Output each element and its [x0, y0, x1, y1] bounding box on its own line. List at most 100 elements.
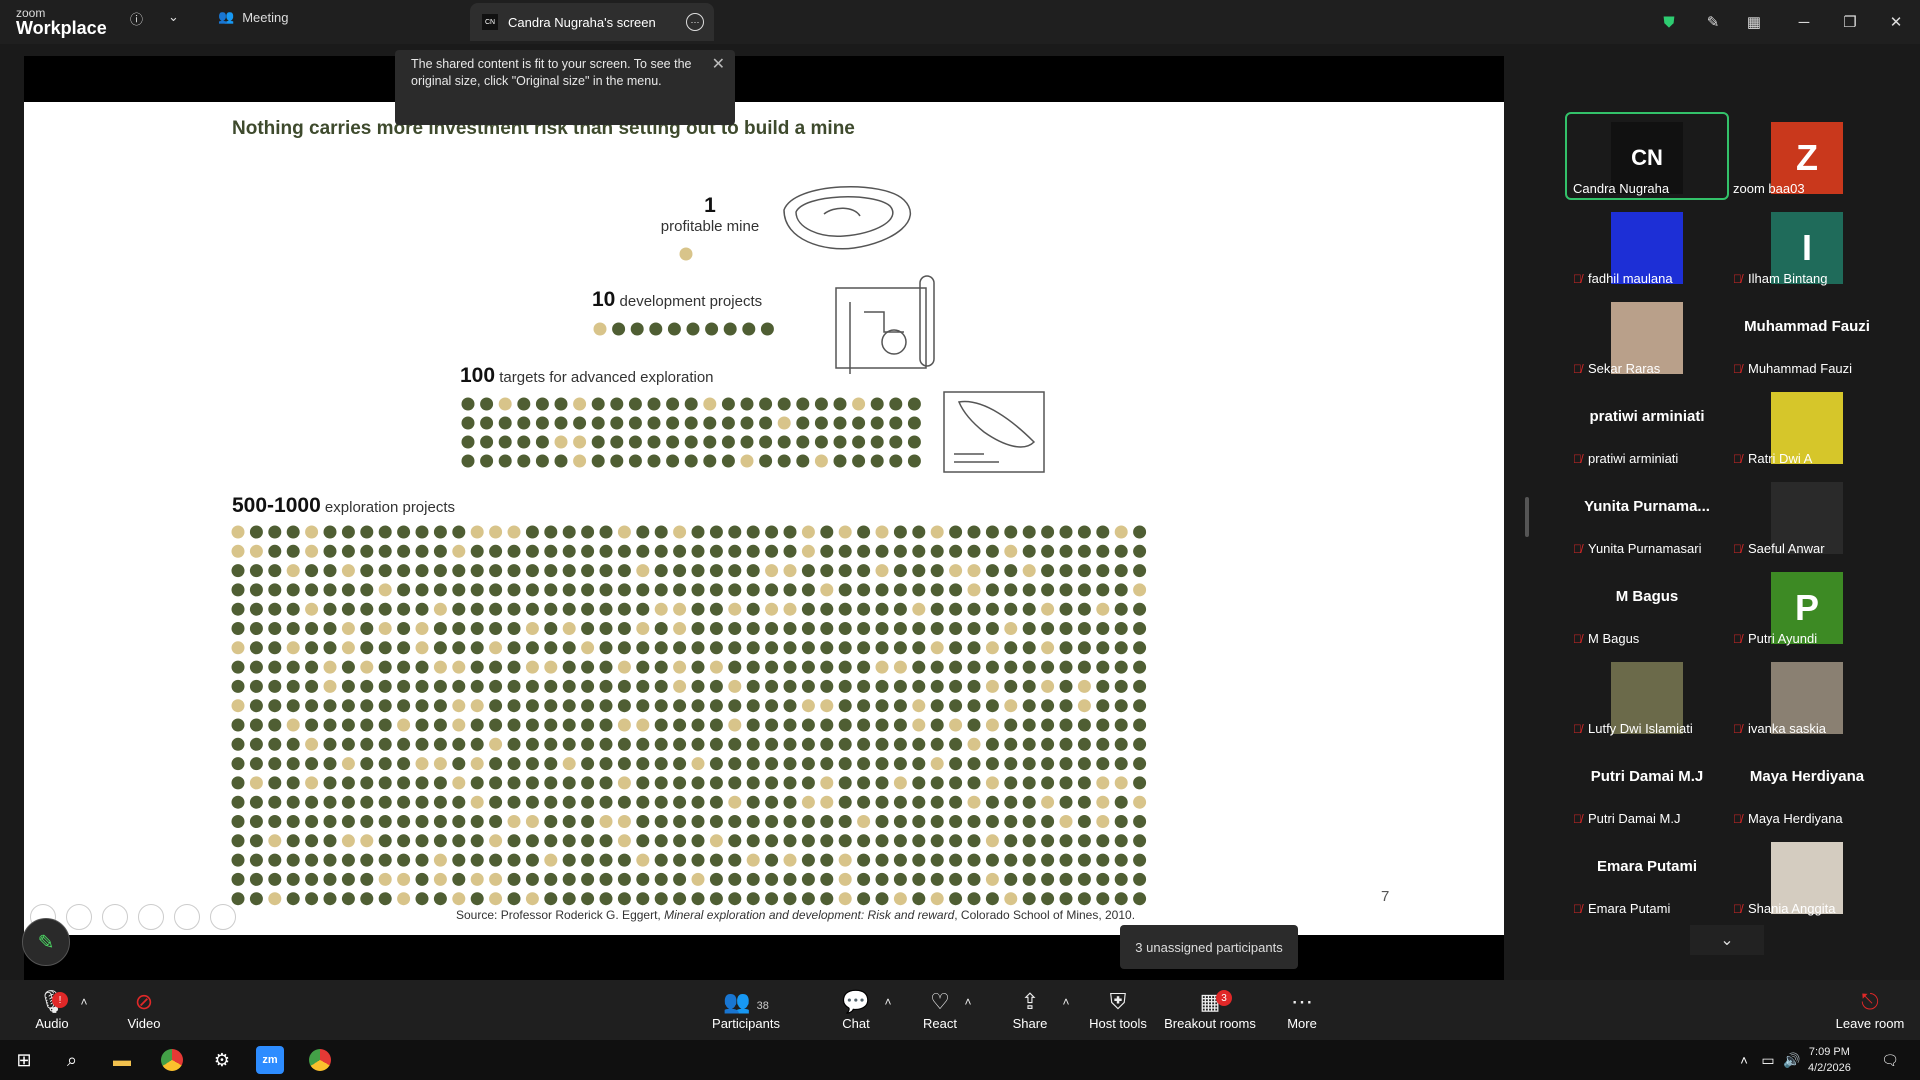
dot: [591, 454, 605, 468]
dot: [286, 679, 300, 693]
dot: [1022, 641, 1036, 655]
participant-tile[interactable]: P 🎙̸ Putri Ayundi: [1727, 564, 1887, 648]
dot: [801, 544, 815, 558]
dot: [470, 679, 484, 693]
dot: [397, 641, 411, 655]
dot: [470, 583, 484, 597]
more-options-icon[interactable]: ···: [686, 13, 704, 31]
meeting-info-icon[interactable]: ⓘ: [130, 9, 143, 28]
settings-gear-icon[interactable]: ⚙: [208, 1046, 236, 1074]
dot: [893, 834, 907, 848]
participant-name: Maya Herdiyana: [1748, 811, 1843, 826]
chrome-profile-icon[interactable]: [306, 1046, 334, 1074]
screen-share-tab[interactable]: CN Candra Nugraha's screen ···: [470, 3, 714, 41]
participants-button[interactable]: 👥 38 Participants: [696, 988, 796, 1031]
dot: [709, 834, 723, 848]
participant-tile[interactable]: CN Candra Nugraha: [1565, 112, 1729, 200]
dot: [838, 795, 852, 809]
participant-tile[interactable]: pratiwi arminiati 🎙̸ pratiwi arminiati: [1567, 384, 1727, 468]
audio-options-caret[interactable]: ˄: [72, 988, 96, 1016]
windows-start-icon[interactable]: ⊞: [10, 1046, 38, 1074]
annotation-tool-icon[interactable]: [102, 904, 128, 930]
participant-tile[interactable]: 🎙̸ ivanka saskia: [1727, 654, 1887, 738]
notifications-icon[interactable]: 🗨: [1876, 1046, 1904, 1074]
annotation-tool-icon[interactable]: [210, 904, 236, 930]
participant-tile[interactable]: 🎙̸ Sekar Raras: [1567, 294, 1727, 378]
gallery-scroll-down[interactable]: ⌄: [1690, 925, 1764, 955]
dot: [930, 892, 944, 906]
participant-tile[interactable]: 🎙̸ Lutfy Dwi Islamiati: [1567, 654, 1727, 738]
dot: [544, 699, 558, 713]
close-icon[interactable]: ✕: [1884, 10, 1908, 34]
dot: [838, 525, 852, 539]
dot: [875, 525, 889, 539]
dot: [801, 622, 815, 635]
participant-tile[interactable]: Putri Damai M.J 🎙̸ Putri Damai M.J: [1567, 744, 1727, 828]
dot: [489, 853, 503, 867]
search-icon[interactable]: ⌕: [58, 1046, 86, 1074]
host-tools-button[interactable]: ⛨ Host tools: [1068, 988, 1168, 1031]
annotation-tool-icon[interactable]: [174, 904, 200, 930]
video-button[interactable]: ⊘ Video: [94, 988, 194, 1031]
dot: [1096, 853, 1110, 867]
view-layout-icon[interactable]: ▦: [1742, 10, 1766, 34]
participant-tile[interactable]: 🎙̸ Shania Anggita: [1727, 834, 1887, 918]
dot: [1022, 583, 1036, 597]
participant-tile[interactable]: 🎙̸ fadhil maulana: [1567, 204, 1727, 288]
annotation-tool-icon[interactable]: [138, 904, 164, 930]
dot: [1133, 776, 1147, 790]
annotate-button[interactable]: ✎: [22, 918, 70, 966]
dot: [470, 544, 484, 558]
gallery-resize-handle[interactable]: [1525, 497, 1529, 537]
react-options-caret[interactable]: ˄: [956, 988, 980, 1016]
participant-tile[interactable]: 🎙̸ Ratri Dwi A: [1727, 384, 1887, 468]
participant-tile[interactable]: Maya Herdiyana 🎙̸ Maya Herdiyana: [1727, 744, 1887, 828]
system-clock[interactable]: 7:09 PM 4/2/2026: [1808, 1044, 1851, 1076]
breakout-rooms-button[interactable]: ▦ Breakout rooms 3: [1158, 988, 1262, 1031]
chrome-icon[interactable]: [158, 1046, 186, 1074]
participant-tile[interactable]: Yunita Purnama... 🎙̸ Yunita Purnamasari: [1567, 474, 1727, 558]
annotate-pen-icon[interactable]: ✎: [1701, 10, 1725, 34]
dot: [765, 525, 779, 539]
file-explorer-icon[interactable]: ▬: [108, 1046, 136, 1074]
dot: [857, 872, 871, 886]
participant-name-label: 🎙̸ Putri Damai M.J: [1573, 811, 1680, 826]
dot: [360, 892, 374, 906]
restore-icon[interactable]: ❐: [1838, 10, 1862, 34]
dot: [1133, 583, 1147, 597]
volume-icon[interactable]: 🔊: [1778, 1046, 1806, 1074]
close-notice-icon[interactable]: ✕: [712, 56, 725, 73]
participant-display-name: Emara Putami: [1596, 858, 1698, 875]
participant-tile[interactable]: M Bagus 🎙̸ M Bagus: [1567, 564, 1727, 648]
annotation-tool-icon[interactable]: [66, 904, 92, 930]
leave-room-button[interactable]: ⎋ Leave room: [1820, 988, 1920, 1031]
dot: [636, 737, 650, 751]
dot: [305, 776, 319, 790]
dot: [783, 660, 797, 674]
dot: [617, 872, 631, 886]
dot: [857, 679, 871, 693]
dot: [231, 583, 245, 597]
zoom-app-icon[interactable]: zm: [256, 1046, 284, 1074]
meeting-button[interactable]: 👥 Meeting: [218, 9, 288, 25]
dot: [415, 544, 429, 558]
participant-tile[interactable]: Zzoom baa03: [1727, 114, 1887, 198]
dot: [783, 853, 797, 867]
dot: [912, 757, 926, 771]
chevron-down-icon[interactable]: ⌄: [168, 9, 179, 25]
more-button[interactable]: ⋯ More: [1252, 988, 1352, 1031]
dot: [759, 435, 773, 449]
dot: [535, 397, 549, 411]
participant-tile[interactable]: Muhammad Fauzi 🎙̸ Muhammad Fauzi: [1727, 294, 1887, 378]
shield-icon[interactable]: ⛊: [1657, 10, 1681, 34]
minimize-icon[interactable]: ─: [1792, 10, 1816, 34]
dot: [1114, 757, 1128, 771]
participant-tile[interactable]: I 🎙̸ Ilham Bintang: [1727, 204, 1887, 288]
dot: [341, 679, 355, 693]
dot: [721, 454, 735, 468]
breakout-rooms-icon: ▦: [1199, 989, 1221, 1014]
participant-tile[interactable]: 🎙̸ Saeful Anwar: [1727, 474, 1887, 558]
dot: [691, 795, 705, 809]
participant-tile[interactable]: Emara Putami 🎙̸ Emara Putami: [1567, 834, 1727, 918]
dot: [930, 602, 944, 616]
